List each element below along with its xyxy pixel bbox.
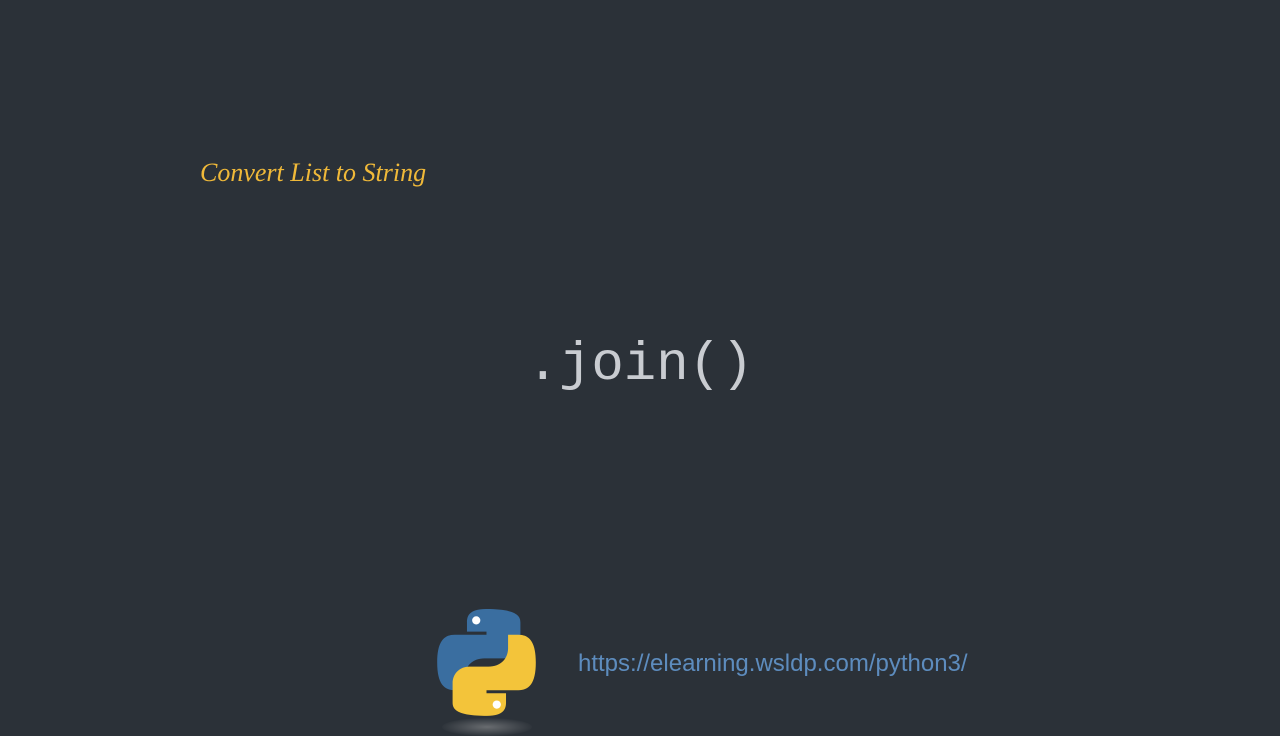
slide-title: Convert List to String: [200, 158, 426, 188]
python-logo-icon: [430, 607, 543, 720]
python-logo-container: [430, 607, 543, 720]
source-url: https://elearning.wsldp.com/python3/: [578, 650, 968, 678]
logo-shadow: [442, 718, 532, 736]
code-snippet: .join(): [527, 335, 754, 396]
